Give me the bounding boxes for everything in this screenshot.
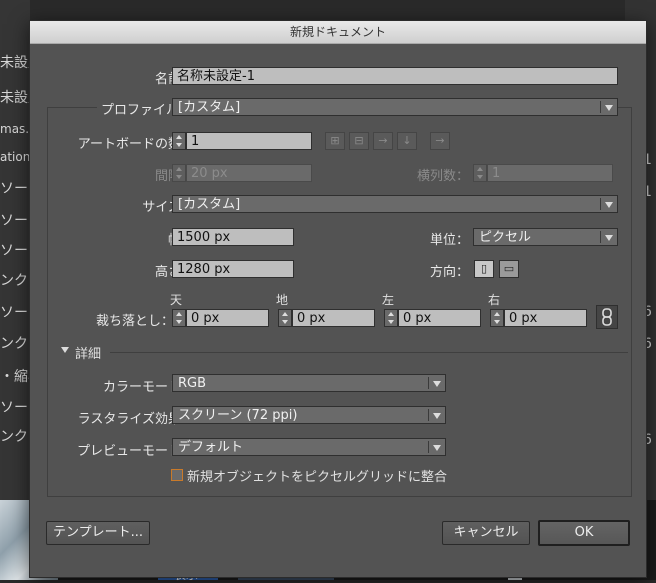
preview-mode-select[interactable]: デフォルト	[172, 438, 446, 456]
change-to-rtl-icon[interactable]: →	[430, 132, 450, 150]
size-select-value: [カスタム]	[178, 197, 241, 212]
bleed-left-stepper[interactable]	[384, 309, 398, 327]
landscape-orientation-icon[interactable]: ▭	[499, 260, 519, 278]
cancel-button[interactable]: キャンセル	[442, 521, 530, 545]
down-arrow-icon	[176, 143, 182, 147]
dialog-title: 新規ドキュメント	[30, 21, 646, 44]
select-separator	[600, 198, 601, 210]
align-to-pixel-grid-label: 新規オブジェクトをピクセルグリッドに整合	[187, 470, 448, 485]
document-name-input[interactable]: 名称未設定-1	[172, 67, 618, 85]
up-arrow-icon	[388, 312, 394, 316]
bleed-label: 裁ち落とし：	[95, 314, 174, 329]
select-separator	[600, 231, 601, 243]
up-arrow-icon	[477, 167, 483, 171]
up-arrow-icon	[176, 135, 182, 139]
bleed-top-stepper[interactable]	[172, 309, 186, 327]
bleed-left-label: 左	[382, 293, 395, 307]
ok-button[interactable]: OK	[538, 520, 630, 546]
units-select[interactable]: ピクセル	[473, 228, 618, 246]
spacing-stepper[interactable]	[172, 164, 186, 182]
bleed-top-input[interactable]: 0 px	[186, 309, 269, 327]
units-label: 単位：	[429, 233, 469, 248]
down-arrow-icon	[176, 175, 182, 179]
color-mode-select[interactable]: RGB	[172, 374, 446, 392]
templates-button[interactable]: テンプレート...	[46, 521, 150, 545]
background-text: ンクI	[0, 273, 33, 289]
artboards-input[interactable]: 1	[186, 132, 312, 150]
raster-effects-select[interactable]: スクリーン (72 ppi)	[172, 406, 446, 424]
up-arrow-icon	[176, 167, 182, 171]
bleed-top-label: 天	[170, 293, 183, 307]
size-select[interactable]: [カスタム]	[172, 195, 618, 213]
advanced-divider	[110, 352, 628, 353]
bleed-right-stepper[interactable]	[490, 309, 504, 327]
down-arrow-icon	[477, 175, 483, 179]
grid-by-column-icon[interactable]: ⊟	[349, 132, 369, 150]
bleed-bottom-input[interactable]: 0 px	[292, 309, 375, 327]
width-input[interactable]: 1500 px	[172, 228, 294, 246]
chevron-down-icon	[605, 202, 613, 208]
up-arrow-icon	[176, 312, 182, 316]
height-input[interactable]: 1280 px	[172, 260, 294, 278]
link-bleed-button[interactable]	[596, 305, 618, 329]
select-separator	[600, 101, 601, 113]
align-to-pixel-grid-checkbox[interactable]	[171, 469, 183, 481]
select-separator	[428, 409, 429, 421]
bleed-bottom-label: 地	[276, 293, 289, 307]
raster-effects-value: スクリーン (72 ppi)	[178, 408, 298, 423]
chevron-down-icon	[433, 413, 441, 419]
bleed-right-label: 右	[488, 293, 501, 307]
chain-link-icon	[602, 308, 612, 326]
orientation-label: 方向：	[429, 265, 469, 280]
down-arrow-icon	[282, 320, 288, 324]
bleed-left-input[interactable]: 0 px	[398, 309, 481, 327]
new-document-dialog: 新規ドキュメント 名前： 名称未設定-1 プロファイル： [カスタム] アートボ…	[29, 20, 647, 578]
select-separator	[428, 441, 429, 453]
disclosure-triangle-icon[interactable]	[61, 347, 69, 353]
arrange-by-row-icon[interactable]: →	[373, 132, 393, 150]
profile-select-value: [カスタム]	[178, 100, 241, 115]
columns-stepper[interactable]	[473, 164, 487, 182]
down-arrow-icon	[176, 320, 182, 324]
chevron-down-icon	[433, 381, 441, 387]
color-mode-value: RGB	[178, 376, 207, 391]
down-arrow-icon	[388, 320, 394, 324]
select-separator	[428, 377, 429, 389]
bleed-right-input[interactable]: 0 px	[504, 309, 587, 327]
preview-mode-value: デフォルト	[178, 440, 244, 455]
grid-by-row-icon[interactable]: ⊞	[325, 132, 345, 150]
portrait-orientation-icon[interactable]: ▯	[474, 260, 494, 278]
profile-select[interactable]: [カスタム]	[172, 98, 618, 116]
up-arrow-icon	[494, 312, 500, 316]
bleed-bottom-stepper[interactable]	[278, 309, 292, 327]
arrange-by-column-icon[interactable]: ↓	[397, 132, 417, 150]
down-arrow-icon	[494, 320, 500, 324]
columns-label: 横列数：	[416, 169, 469, 184]
columns-input[interactable]: 1	[487, 164, 613, 182]
up-arrow-icon	[282, 312, 288, 316]
chevron-down-icon	[433, 445, 441, 451]
units-select-value: ピクセル	[479, 230, 532, 245]
advanced-toggle[interactable]: 詳細	[75, 343, 101, 362]
artboards-stepper[interactable]	[172, 132, 186, 150]
spacing-input[interactable]: 20 px	[186, 164, 312, 182]
chevron-down-icon	[605, 105, 613, 111]
background-text: ンクI	[0, 336, 33, 352]
background-text: ンクI	[0, 429, 33, 445]
chevron-down-icon	[605, 235, 613, 241]
